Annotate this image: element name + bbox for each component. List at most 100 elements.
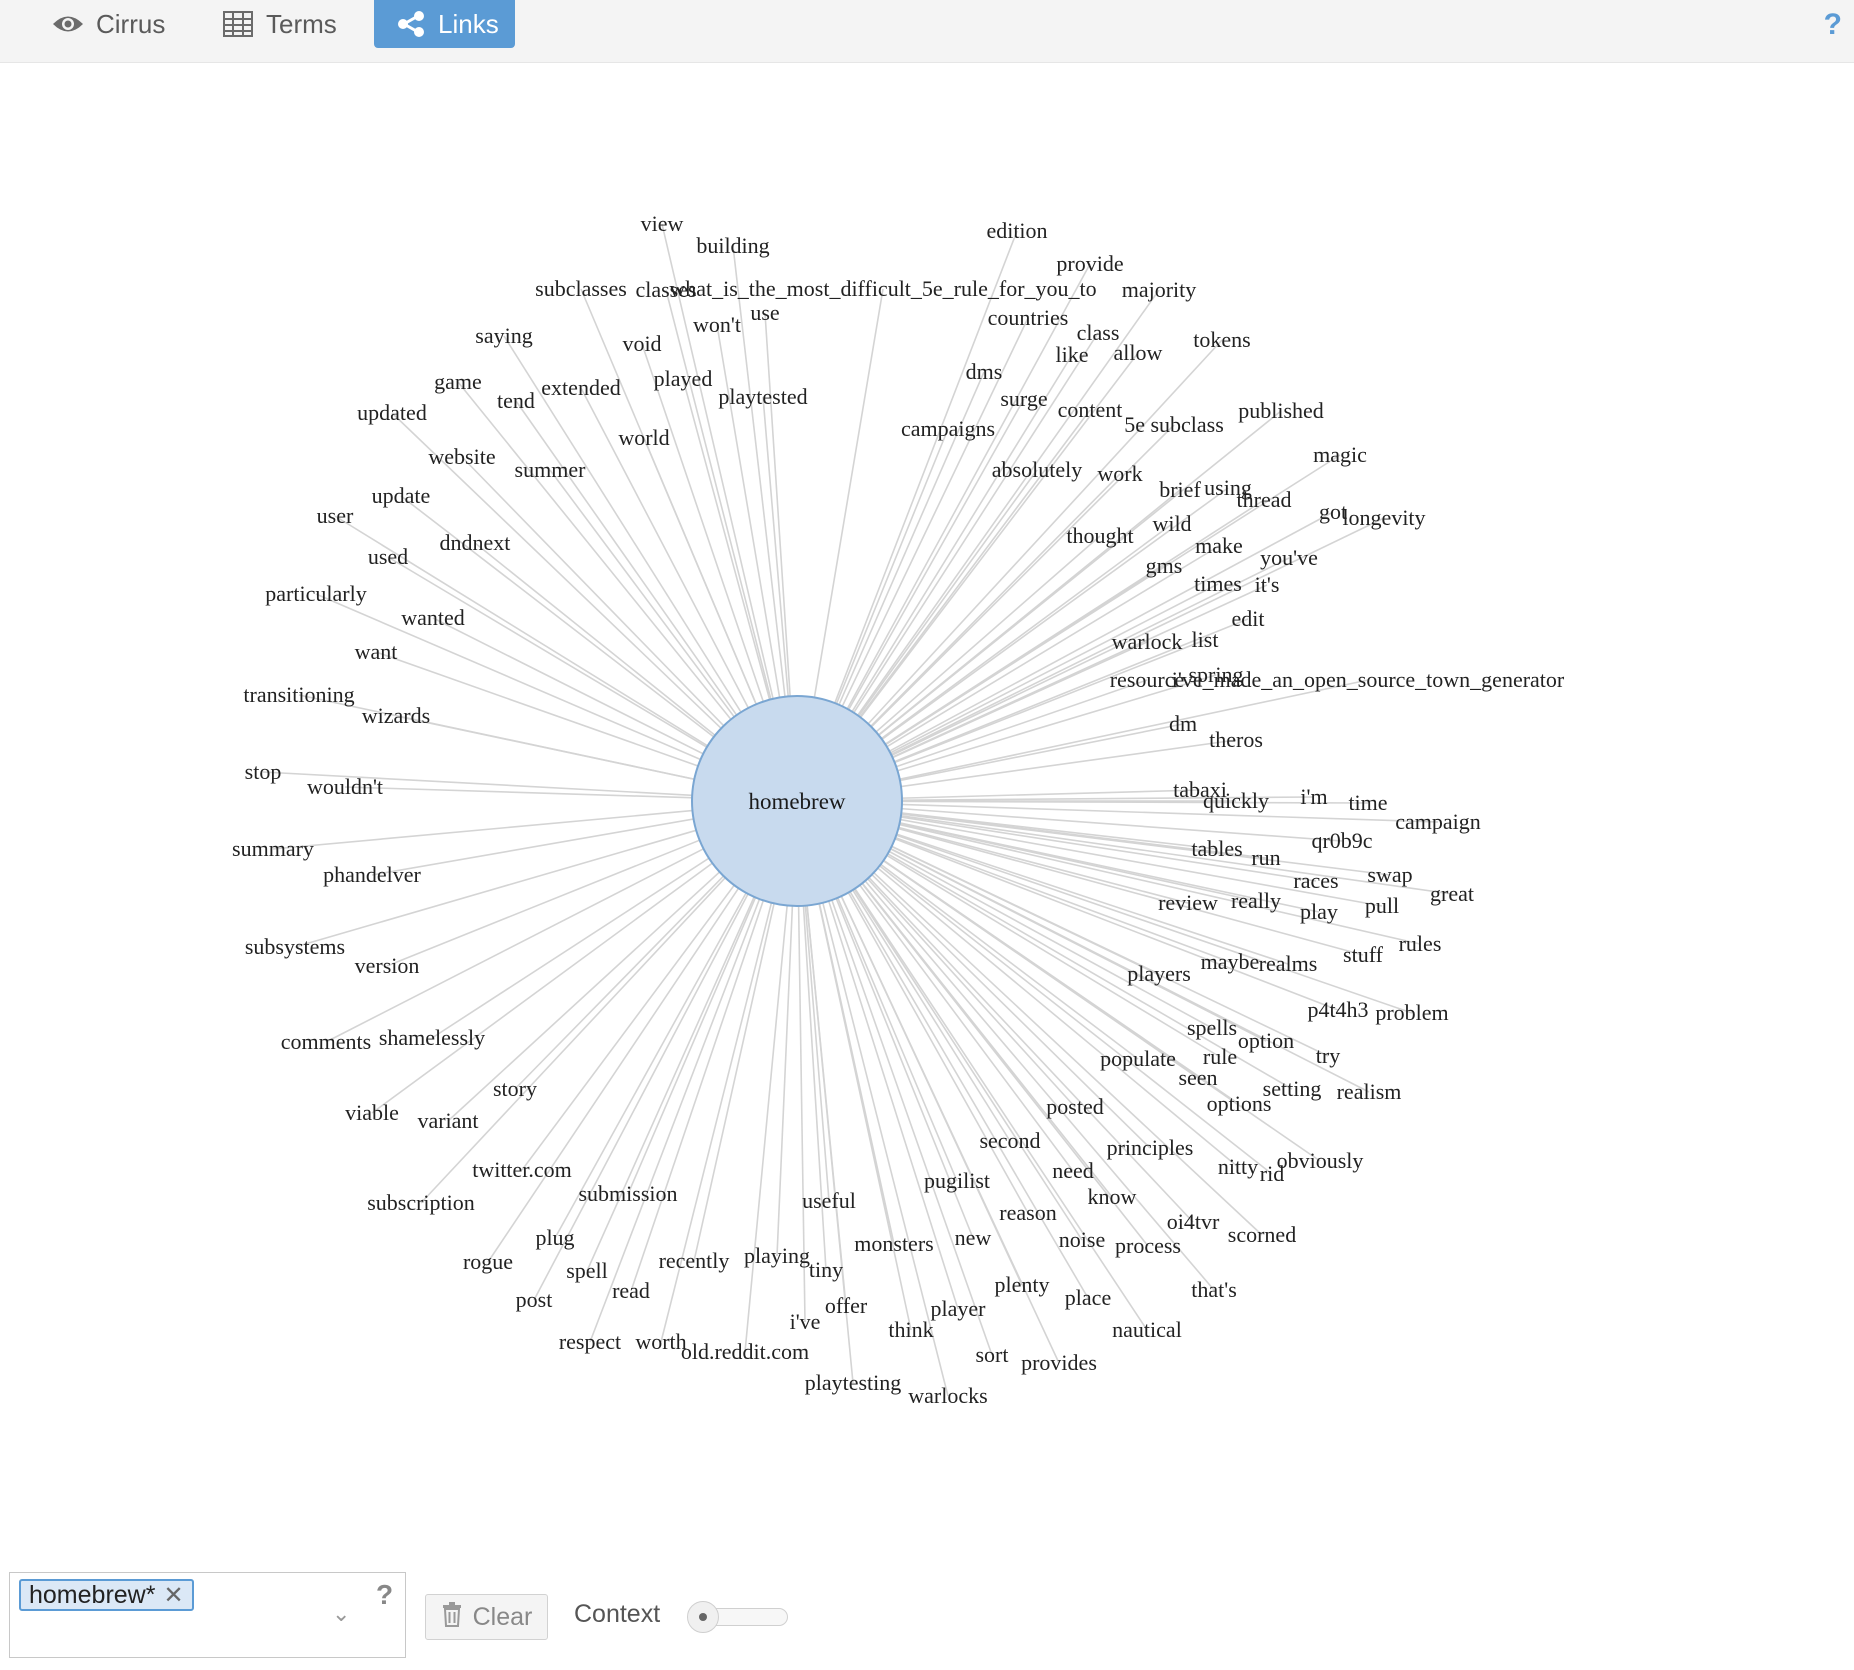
term-node[interactable]: phandelver bbox=[323, 862, 421, 887]
term-node[interactable]: work bbox=[1097, 461, 1142, 486]
term-node[interactable]: summary bbox=[232, 836, 314, 861]
term-node[interactable]: rules bbox=[1399, 931, 1442, 956]
term-node[interactable]: won't bbox=[693, 312, 741, 337]
term-node[interactable]: i've_made_an_open_source_town_generator bbox=[1172, 667, 1565, 692]
term-node[interactable]: story bbox=[493, 1076, 537, 1101]
term-node[interactable]: tiny bbox=[809, 1257, 843, 1282]
term-node[interactable]: stuff bbox=[1343, 942, 1384, 967]
tab-cirrus[interactable]: Cirrus bbox=[30, 0, 190, 48]
term-node[interactable]: updated bbox=[357, 400, 427, 425]
term-node[interactable]: played bbox=[654, 366, 713, 391]
term-node[interactable]: warlock bbox=[1112, 629, 1183, 654]
term-node[interactable]: i'm bbox=[1300, 784, 1327, 809]
term-node[interactable]: respect bbox=[559, 1329, 621, 1354]
term-node[interactable]: majority bbox=[1122, 277, 1197, 302]
term-node[interactable]: wizards bbox=[362, 703, 430, 728]
term-node[interactable]: extended bbox=[541, 375, 620, 400]
term-node[interactable]: second bbox=[979, 1128, 1040, 1153]
term-node[interactable]: process bbox=[1115, 1233, 1181, 1258]
term-node[interactable]: summer bbox=[515, 457, 587, 482]
term-node[interactable]: campaign bbox=[1395, 809, 1481, 834]
term-node[interactable]: submission bbox=[578, 1181, 677, 1206]
term-node[interactable]: place bbox=[1065, 1285, 1111, 1310]
close-icon[interactable]: ✕ bbox=[163, 1581, 183, 1610]
term-node[interactable]: offer bbox=[825, 1293, 868, 1318]
term-node[interactable]: it's bbox=[1255, 572, 1280, 597]
term-node[interactable]: dndnext bbox=[440, 530, 511, 555]
term-node[interactable]: post bbox=[516, 1287, 553, 1312]
term-node[interactable]: absolutely bbox=[992, 457, 1082, 482]
term-node[interactable]: obviously bbox=[1277, 1148, 1364, 1173]
term-node[interactable]: comments bbox=[281, 1029, 371, 1054]
term-node[interactable]: posted bbox=[1046, 1094, 1103, 1119]
term-node[interactable]: oi4tvr bbox=[1167, 1209, 1220, 1234]
term-node[interactable]: setting bbox=[1263, 1076, 1322, 1101]
term-node[interactable]: players bbox=[1127, 961, 1191, 986]
term-node[interactable]: what_is_the_most_difficult_5e_rule_for_y… bbox=[669, 276, 1096, 301]
term-node[interactable]: published bbox=[1238, 398, 1324, 423]
term-node[interactable]: wanted bbox=[401, 605, 465, 630]
term-node[interactable]: subsystems bbox=[245, 934, 345, 959]
term-node[interactable]: swap bbox=[1367, 862, 1412, 887]
help-icon[interactable]: ? bbox=[376, 1579, 393, 1611]
term-node[interactable]: plug bbox=[535, 1225, 574, 1250]
term-node[interactable]: play bbox=[1300, 899, 1338, 924]
term-node[interactable]: edit bbox=[1232, 606, 1265, 631]
term-node[interactable]: sort bbox=[976, 1342, 1009, 1367]
term-node[interactable]: maybe bbox=[1201, 949, 1260, 974]
term-node[interactable]: void bbox=[622, 331, 661, 356]
term-node[interactable]: know bbox=[1088, 1184, 1137, 1209]
term-node[interactable]: read bbox=[612, 1278, 650, 1303]
term-node[interactable]: i've bbox=[790, 1309, 821, 1334]
term-node[interactable]: think bbox=[888, 1317, 933, 1342]
term-node[interactable]: variant bbox=[417, 1108, 478, 1133]
term-node[interactable]: wild bbox=[1152, 511, 1191, 536]
term-node[interactable]: scorned bbox=[1228, 1222, 1296, 1247]
term-node[interactable]: warlocks bbox=[908, 1383, 987, 1408]
term-node[interactable]: content bbox=[1058, 397, 1123, 422]
term-node[interactable]: that's bbox=[1191, 1277, 1237, 1302]
term-node[interactable]: playtesting bbox=[805, 1370, 902, 1395]
term-node[interactable]: view bbox=[641, 211, 684, 236]
term-node[interactable]: allow bbox=[1114, 340, 1163, 365]
term-node[interactable]: tokens bbox=[1193, 327, 1250, 352]
term-node[interactable]: update bbox=[372, 483, 431, 508]
term-node[interactable]: thread bbox=[1237, 487, 1292, 512]
term-node[interactable]: thought bbox=[1066, 523, 1133, 548]
term-node[interactable]: options bbox=[1207, 1091, 1272, 1116]
term-node[interactable]: reason bbox=[999, 1200, 1056, 1225]
term-node[interactable]: world bbox=[618, 425, 669, 450]
chevron-down-icon[interactable]: ⌄ bbox=[332, 1601, 350, 1627]
term-node[interactable]: nautical bbox=[1112, 1317, 1182, 1342]
term-node[interactable]: playing bbox=[744, 1243, 810, 1268]
term-node[interactable]: seen bbox=[1178, 1065, 1217, 1090]
term-node[interactable]: realism bbox=[1337, 1079, 1402, 1104]
term-node[interactable]: campaigns bbox=[901, 416, 995, 441]
term-node[interactable]: time bbox=[1348, 790, 1387, 815]
term-node[interactable]: plenty bbox=[995, 1272, 1050, 1297]
context-slider-handle[interactable] bbox=[686, 1601, 719, 1633]
term-selector[interactable]: homebrew* ✕ ⌄ ? bbox=[9, 1572, 406, 1658]
term-node[interactable]: provide bbox=[1056, 251, 1123, 276]
term-node[interactable]: p4t4h3 bbox=[1307, 997, 1368, 1022]
term-node[interactable]: spells bbox=[1187, 1015, 1237, 1040]
term-node[interactable]: quickly bbox=[1203, 788, 1269, 813]
term-node[interactable]: use bbox=[750, 300, 779, 325]
term-node[interactable]: player bbox=[931, 1296, 987, 1321]
term-node[interactable]: theros bbox=[1209, 727, 1263, 752]
term-node[interactable]: times bbox=[1194, 571, 1242, 596]
term-node[interactable]: countries bbox=[988, 305, 1069, 330]
context-slider[interactable] bbox=[686, 1601, 788, 1633]
term-node[interactable]: old.reddit.com bbox=[681, 1339, 809, 1364]
term-node[interactable]: list bbox=[1192, 627, 1219, 652]
term-node[interactable]: surge bbox=[1000, 386, 1047, 411]
term-node[interactable]: gms bbox=[1146, 553, 1183, 578]
tab-terms[interactable]: Terms bbox=[200, 0, 360, 48]
term-node[interactable]: populate bbox=[1100, 1046, 1176, 1071]
term-chip[interactable]: homebrew* ✕ bbox=[19, 1579, 194, 1611]
term-node[interactable]: magic bbox=[1313, 442, 1367, 467]
term-node[interactable]: want bbox=[355, 639, 398, 664]
term-node[interactable]: saying bbox=[475, 323, 532, 348]
term-node[interactable]: rogue bbox=[463, 1249, 513, 1274]
term-node[interactable]: longevity bbox=[1342, 505, 1425, 530]
